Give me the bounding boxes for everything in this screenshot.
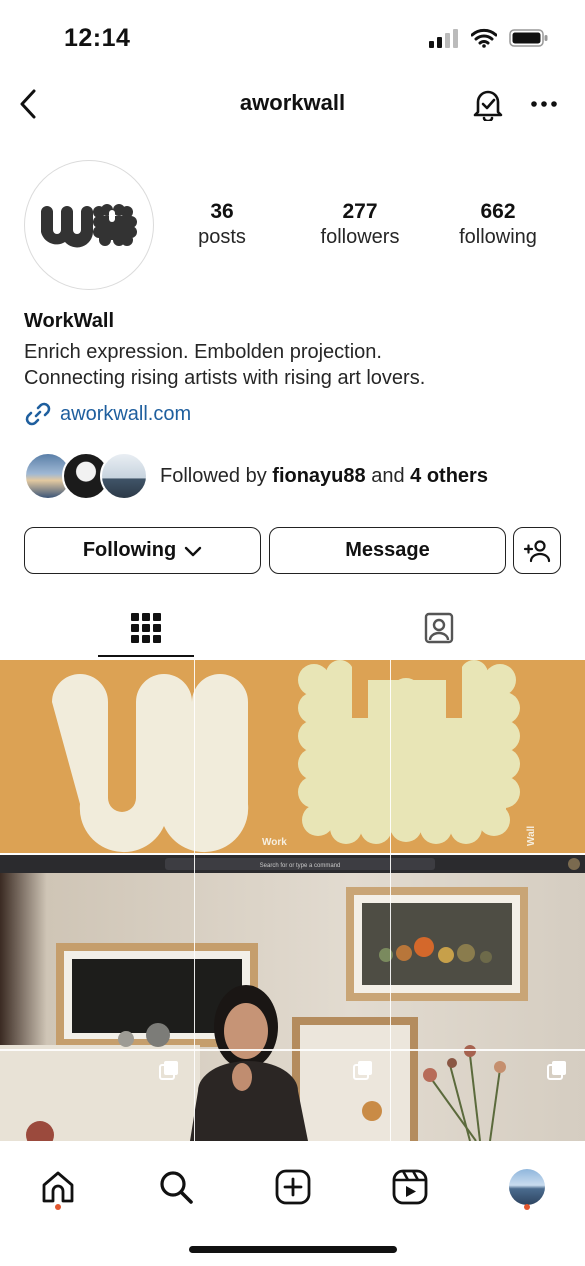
signal-icon xyxy=(429,28,459,53)
stat-following-label: following xyxy=(459,226,537,248)
profile-tabs xyxy=(0,598,585,660)
workwall-artwork: Work Wall xyxy=(52,660,537,853)
tab-tagged[interactable] xyxy=(391,598,487,658)
stat-followers-value: 277 xyxy=(342,200,378,223)
grid-divider xyxy=(0,1049,585,1051)
profile-avatar-small xyxy=(509,1169,545,1205)
bio-line-1: Enrich expression. Embolden projection. xyxy=(24,341,382,363)
active-tab-indicator xyxy=(98,655,194,657)
posts-grid: Work Wall Search for or type a command xyxy=(0,660,585,1141)
followed-by-others[interactable]: 4 others xyxy=(410,465,488,487)
status-time: 12:14 xyxy=(64,24,131,52)
message-button[interactable]: Message xyxy=(269,527,506,574)
following-button[interactable]: Following xyxy=(24,527,261,574)
followed-by-prefix: Followed by xyxy=(160,464,267,487)
tab-posts-grid[interactable] xyxy=(98,598,194,658)
mutual-followers-avatars xyxy=(24,451,150,501)
followed-by-row[interactable]: Followed by fionayu88 and 4 others xyxy=(24,451,488,501)
workwall-logo xyxy=(41,204,137,248)
status-icons xyxy=(429,28,549,53)
nav-profile-notification-dot xyxy=(524,1204,530,1210)
stat-followers-label: followers xyxy=(320,226,400,248)
status-bar: 12:14 xyxy=(0,0,585,74)
chevron-down-icon xyxy=(184,546,202,556)
followed-by-text: Followed by fionayu88 and 4 others xyxy=(160,465,488,488)
room-photo-artwork: Search for or type a command xyxy=(0,855,585,1141)
grid-divider xyxy=(390,660,391,1141)
bio-website-link[interactable]: aworkwall.com xyxy=(24,400,191,428)
bio-line-2: Connecting rising artists with rising ar… xyxy=(24,367,426,389)
home-icon xyxy=(42,1171,74,1203)
message-button-label: Message xyxy=(345,539,430,561)
followed-by-user[interactable]: fionayu88 xyxy=(272,465,365,487)
nav-home-notification-dot xyxy=(55,1204,61,1210)
grid-icon xyxy=(131,613,161,643)
suggested-users-button[interactable] xyxy=(513,527,561,574)
stat-posts[interactable]: 36 posts xyxy=(162,200,282,250)
stat-posts-label: posts xyxy=(198,226,246,248)
post-room-photo[interactable]: Search for or type a command xyxy=(0,855,585,1141)
stat-posts-value: 36 xyxy=(210,200,234,223)
reels-icon xyxy=(392,1169,428,1205)
stat-following-value: 662 xyxy=(480,200,516,223)
search-icon xyxy=(160,1171,193,1204)
stat-followers[interactable]: 277 followers xyxy=(300,200,420,250)
notification-bell-icon xyxy=(473,90,503,121)
profile-avatar[interactable] xyxy=(24,160,154,290)
new-post-icon xyxy=(275,1169,311,1205)
wifi-icon xyxy=(470,28,498,53)
battery-icon xyxy=(509,28,549,53)
followed-by-connector: and xyxy=(371,464,405,487)
bio-link-text: aworkwall.com xyxy=(60,402,192,425)
nav-new-post[interactable] xyxy=(263,1157,323,1217)
add-person-icon xyxy=(523,539,551,562)
grid-divider xyxy=(194,660,195,1141)
more-icon xyxy=(531,101,557,107)
notification-bell-button[interactable] xyxy=(468,84,508,124)
nav-reels[interactable] xyxy=(380,1157,440,1217)
home-indicator xyxy=(189,1246,397,1253)
following-button-label: Following xyxy=(82,539,177,561)
post-search-placeholder: Search for or type a command xyxy=(260,863,341,869)
link-icon xyxy=(25,402,51,426)
tagged-icon xyxy=(424,612,454,644)
mutual-avatar-3 xyxy=(100,452,148,500)
grid-divider xyxy=(0,853,585,855)
post-wall-label: Wall xyxy=(526,826,537,846)
post-work-label: Work xyxy=(262,837,287,848)
more-options-button[interactable] xyxy=(524,84,564,124)
profile-display-name: WorkWall xyxy=(24,310,115,332)
post-workwall-logo[interactable]: Work Wall xyxy=(0,660,585,853)
nav-search[interactable] xyxy=(146,1157,206,1217)
stat-following[interactable]: 662 following xyxy=(438,200,558,250)
profile-header: aworkwall xyxy=(0,74,585,134)
